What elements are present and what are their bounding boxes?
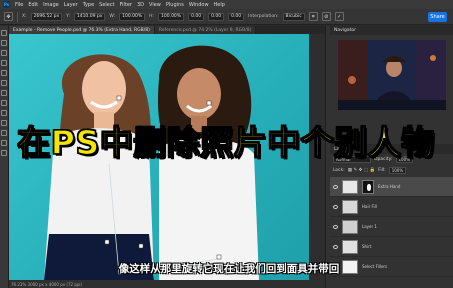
w-label: W: (109, 14, 116, 19)
interpolation-select[interactable]: Bicubic (282, 12, 305, 21)
menu-view[interactable]: View (149, 2, 161, 8)
layer-mask-thumbnail[interactable] (362, 179, 374, 194)
menu-help[interactable]: Help (214, 2, 225, 8)
tab-example-remove-people[interactable]: Example - Remove People.psd @ 76.3% (Ext… (9, 26, 155, 34)
fill-label: Fill: (378, 168, 386, 173)
layer-row-layer-1[interactable]: Layer 1 (330, 217, 453, 237)
crop-tool-icon[interactable] (1, 70, 7, 76)
status-bar: 76.23% 3000 px x 4000 px (72 ppi) (9, 280, 325, 288)
visibility-eye-icon[interactable] (333, 244, 338, 249)
height-field[interactable]: 100.00% (158, 12, 185, 21)
move-tool-icon[interactable] (1, 30, 7, 36)
x-field[interactable]: 2696.52 px (30, 12, 63, 21)
lock-icons[interactable]: ▦ ✎ ✥ ⬚ 🔒 (348, 168, 375, 173)
lasso-tool-icon[interactable] (1, 50, 7, 56)
visibility-eye-icon[interactable] (333, 224, 338, 229)
options-bar: ✥ X: 2696.52 px Y: 1410.09 px W: 100.00%… (0, 9, 453, 25)
angle-field[interactable]: 0.00 (188, 12, 205, 21)
menu-file[interactable]: File (15, 2, 23, 8)
menu-image[interactable]: Image (43, 2, 59, 8)
video-title-overlay: 在PS中删除照片中个别人物 (6, 118, 446, 162)
v-skew-field[interactable]: 0.00 (228, 12, 245, 21)
visibility-eye-icon[interactable] (333, 204, 338, 209)
video-title-text: 在PS中删除照片中个别人物 (17, 122, 435, 162)
layer-thumbnail (342, 239, 358, 254)
navigator-panel-title[interactable]: Navigator (330, 26, 453, 35)
layer-name: Shirt (362, 244, 372, 249)
warp-icon[interactable]: ⌗ (308, 12, 318, 21)
layer-name: Select Fillers (362, 264, 388, 269)
navigator-video-image (338, 40, 446, 110)
menu-window[interactable]: Window (189, 2, 209, 8)
tab-reference[interactable]: Reference.psd @ 74.2% (Layer 9, RGB/8) (154, 26, 257, 34)
h-label: H: (149, 14, 155, 19)
move-tool-icon[interactable]: ✥ (4, 12, 13, 21)
width-field[interactable]: 100.00% (119, 12, 146, 21)
layer-row-shirt[interactable]: Shirt (330, 237, 453, 257)
menu-type[interactable]: Type (83, 2, 94, 8)
menu-filter[interactable]: Filter (120, 2, 132, 8)
photoshop-window: Ps File Edit Image Layer Type Select Fil… (0, 0, 453, 288)
commit-icon[interactable]: ✓ (334, 12, 344, 21)
layer-thumbnail (342, 219, 358, 234)
visibility-eye-icon[interactable] (333, 184, 338, 189)
quick-select-tool-icon[interactable] (1, 60, 7, 66)
layer-row-extra-hand[interactable]: Extra Hand (330, 177, 453, 197)
photoshop-logo: Ps (3, 1, 10, 8)
layer-name: Layer 1 (362, 224, 377, 229)
menu-plugins[interactable]: Plugins (166, 2, 184, 8)
eyedropper-tool-icon[interactable] (1, 80, 7, 86)
fill-field[interactable]: 100% (388, 167, 407, 174)
layer-thumbnail (342, 199, 358, 214)
menu-edit[interactable]: Edit (28, 2, 38, 8)
layer-name: Extra Hand (378, 184, 401, 189)
document-tabs: Example - Remove People.psd @ 76.3% (Ext… (9, 26, 325, 34)
layer-name: Hair Fill (362, 204, 377, 209)
share-button[interactable]: Share (428, 12, 447, 22)
menu-3d[interactable]: 3D (137, 2, 144, 8)
menu-select[interactable]: Select (99, 2, 114, 8)
cancel-icon[interactable]: ⊘ (321, 12, 331, 21)
x-label: X: (22, 14, 27, 19)
divider (17, 11, 18, 22)
brush-tool-icon[interactable] (1, 100, 7, 106)
y-field[interactable]: 1410.09 px (73, 12, 106, 21)
menu-bar: Ps File Edit Image Layer Type Select Fil… (0, 0, 453, 9)
healing-brush-icon[interactable] (1, 90, 7, 96)
video-subtitle: 像这样从那里旋转它现在让我们回到面具并带回 (94, 261, 364, 275)
navigator-preview[interactable] (338, 40, 446, 110)
interpolation-label: Interpolation: (248, 14, 279, 19)
video-subtitle-text: 像这样从那里旋转它现在让我们回到面具并带回 (118, 262, 340, 275)
layer-thumbnail (342, 179, 358, 194)
h-skew-field[interactable]: 0.00 (208, 12, 225, 21)
layer-row-hair-fill[interactable]: Hair Fill (330, 197, 453, 217)
y-label: Y: (66, 14, 70, 19)
menu-layer[interactable]: Layer (64, 2, 78, 8)
lock-label: Lock: (333, 168, 345, 173)
layers-lock-row: Lock: ▦ ✎ ✥ ⬚ 🔒 Fill: 100% (330, 165, 453, 176)
clone-stamp-icon[interactable] (1, 110, 7, 116)
marquee-tool-icon[interactable] (1, 40, 7, 46)
